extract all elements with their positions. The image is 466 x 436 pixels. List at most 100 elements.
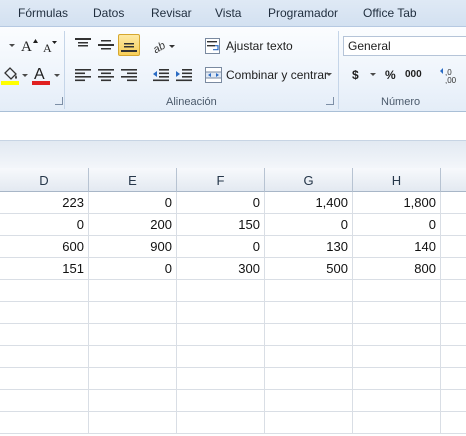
grid-cell[interactable] (0, 324, 89, 346)
align-left-icon[interactable] (72, 64, 94, 86)
grid-cell[interactable] (441, 280, 466, 302)
grid-cell[interactable] (265, 280, 353, 302)
align-center-icon[interactable] (95, 64, 117, 86)
grid-cell[interactable] (353, 368, 441, 390)
grid-cell[interactable] (353, 324, 441, 346)
grid-cell[interactable] (0, 346, 89, 368)
grid-cell[interactable] (177, 324, 265, 346)
grid-cell[interactable]: 0 (265, 214, 353, 236)
grid-cell[interactable] (265, 324, 353, 346)
grid-cell[interactable] (441, 192, 466, 214)
merge-center-button[interactable]: Combinar y centrar (205, 65, 328, 85)
grid-cell[interactable] (89, 412, 177, 434)
grid-cell[interactable] (89, 346, 177, 368)
grid-cell[interactable] (89, 280, 177, 302)
grid-cell[interactable]: 1,400 (265, 192, 353, 214)
merge-center-dropdown-arrow[interactable] (326, 73, 332, 76)
tab-vista[interactable]: Vista (215, 6, 241, 20)
grid-cell[interactable] (265, 346, 353, 368)
number-format-select[interactable]: General (343, 36, 466, 56)
grid-cell[interactable] (177, 302, 265, 324)
column-header-d[interactable]: D (0, 168, 89, 192)
column-header-h[interactable]: H (353, 168, 441, 192)
grid-cell[interactable] (441, 302, 466, 324)
grid-cell[interactable] (177, 390, 265, 412)
grid-cell[interactable]: 0 (89, 258, 177, 280)
grid-cell[interactable] (89, 390, 177, 412)
column-header-f[interactable]: F (177, 168, 265, 192)
shrink-font-icon[interactable]: A (41, 36, 59, 56)
grid-cell[interactable]: 0 (0, 214, 89, 236)
tab-office-tab[interactable]: Office Tab (363, 6, 417, 20)
grid-cell[interactable] (441, 236, 466, 258)
currency-dropdown-arrow[interactable] (370, 73, 376, 76)
grid-cell[interactable]: 800 (353, 258, 441, 280)
grid-cell[interactable] (0, 368, 89, 390)
grid-cell[interactable] (89, 302, 177, 324)
fill-color-icon[interactable] (0, 64, 22, 86)
grid-cell[interactable] (177, 280, 265, 302)
grid-cell[interactable] (265, 412, 353, 434)
tab-revisar[interactable]: Revisar (151, 6, 192, 20)
thousands-separator-button[interactable]: 000 (405, 69, 422, 80)
grid-cell[interactable] (0, 390, 89, 412)
grid-cell[interactable]: 0 (89, 192, 177, 214)
increase-decimal-icon[interactable]: ,0 ,00 (438, 64, 466, 86)
grid-cell[interactable]: 151 (0, 258, 89, 280)
grid-cell[interactable] (353, 412, 441, 434)
fill-color-dropdown-arrow[interactable] (22, 74, 28, 77)
grid-cell[interactable] (441, 214, 466, 236)
grid-cell[interactable] (89, 324, 177, 346)
font-color-dropdown-arrow[interactable] (54, 74, 60, 77)
grid-cell[interactable] (0, 412, 89, 434)
font-color-icon[interactable]: A (30, 63, 52, 87)
grid-cell[interactable] (0, 302, 89, 324)
column-header-g[interactable]: G (265, 168, 353, 192)
grid-cell[interactable] (441, 324, 466, 346)
grid-cell[interactable] (265, 390, 353, 412)
tab-formulas[interactable]: Fórmulas (18, 6, 68, 20)
grid-cell[interactable] (441, 258, 466, 280)
grid-cell[interactable]: 223 (0, 192, 89, 214)
grid-cell[interactable] (265, 302, 353, 324)
grid-cell[interactable] (0, 280, 89, 302)
grid-cell[interactable] (441, 390, 466, 412)
grid-cell[interactable]: 300 (177, 258, 265, 280)
orientation-icon[interactable]: ab (152, 34, 176, 56)
font-size-dropdown-arrow[interactable] (9, 44, 15, 47)
tab-datos[interactable]: Datos (93, 6, 124, 20)
grid-cell[interactable]: 600 (0, 236, 89, 258)
grid-cell[interactable]: 0 (177, 192, 265, 214)
grid-cell[interactable] (353, 390, 441, 412)
grid-cell[interactable] (177, 368, 265, 390)
currency-format-button[interactable]: $ (352, 68, 359, 82)
grid-cell[interactable]: 140 (353, 236, 441, 258)
grid-cell[interactable] (441, 412, 466, 434)
grid-cell[interactable]: 130 (265, 236, 353, 258)
align-top-icon[interactable] (72, 34, 94, 56)
grid-cell[interactable] (265, 368, 353, 390)
align-bottom-icon[interactable] (118, 34, 140, 56)
align-right-icon[interactable] (118, 64, 140, 86)
grid-cell[interactable]: 500 (265, 258, 353, 280)
grid-cell[interactable]: 150 (177, 214, 265, 236)
grid-cell[interactable] (441, 368, 466, 390)
grid-cell[interactable]: 0 (353, 214, 441, 236)
grid-cell[interactable] (353, 346, 441, 368)
tab-programador[interactable]: Programador (268, 6, 338, 20)
wrap-text-button[interactable]: Ajustar texto (205, 36, 293, 56)
grid-cell[interactable]: 0 (177, 236, 265, 258)
font-group-launcher-icon[interactable] (55, 97, 63, 105)
increase-indent-icon[interactable] (173, 64, 195, 86)
grid-cell[interactable] (177, 412, 265, 434)
grid-cell[interactable]: 200 (89, 214, 177, 236)
grow-font-icon[interactable]: A (19, 35, 39, 55)
decrease-indent-icon[interactable] (150, 64, 172, 86)
grid-cell[interactable]: 900 (89, 236, 177, 258)
grid-cell[interactable] (177, 346, 265, 368)
column-header-partial[interactable] (441, 168, 466, 192)
grid-cell[interactable] (353, 302, 441, 324)
grid-cell[interactable] (441, 346, 466, 368)
percent-format-button[interactable]: % (385, 68, 396, 82)
alignment-group-launcher-icon[interactable] (326, 97, 334, 105)
